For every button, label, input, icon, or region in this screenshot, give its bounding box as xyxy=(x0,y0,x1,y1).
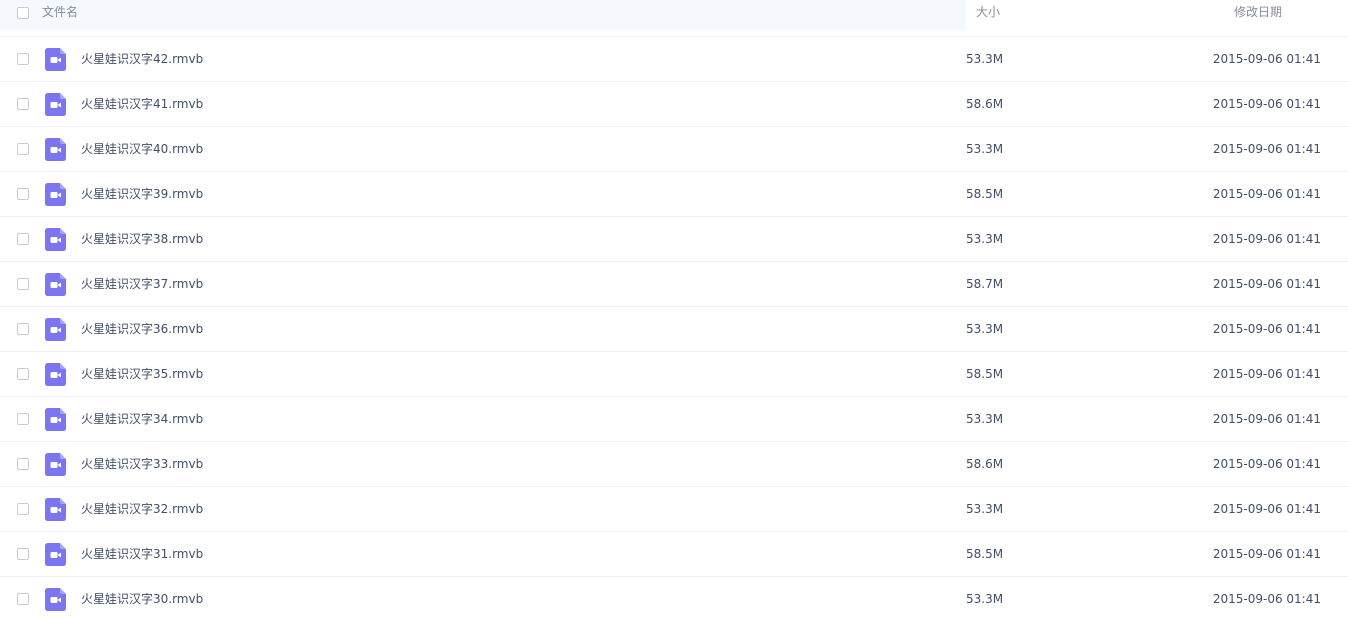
file-size: 53.3M xyxy=(966,52,1004,66)
file-name[interactable]: 火星娃识汉字41.rmvb xyxy=(81,97,203,111)
file-size: 53.3M xyxy=(966,142,1004,156)
file-modified-date: 2015-09-06 01:41 xyxy=(1212,412,1321,426)
file-name[interactable]: 火星娃识汉字42.rmvb xyxy=(81,52,203,66)
file-row[interactable]: 火星娃识汉字30.rmvb 53.3M 2015-09-06 01:41 xyxy=(0,577,1348,619)
file-row[interactable]: 火星娃识汉字37.rmvb 58.7M 2015-09-06 01:41 xyxy=(0,262,1348,307)
file-name[interactable]: 火星娃识汉字38.rmvb xyxy=(81,232,203,246)
file-name[interactable]: 火星娃识汉字30.rmvb xyxy=(81,592,203,606)
file-row[interactable]: 火星娃识汉字32.rmvb 53.3M 2015-09-06 01:41 xyxy=(0,487,1348,532)
file-row[interactable]: 火星娃识汉字38.rmvb 53.3M 2015-09-06 01:41 xyxy=(0,217,1348,262)
file-row[interactable]: 火星娃识汉字41.rmvb 58.6M 2015-09-06 01:41 xyxy=(0,82,1348,127)
video-file-icon xyxy=(45,588,66,611)
file-rows: 火星娃识汉字42.rmvb 53.3M 2015-09-06 01:41 火星娃… xyxy=(0,37,1348,619)
file-size: 58.7M xyxy=(966,277,1004,291)
file-name[interactable]: 火星娃识汉字39.rmvb xyxy=(81,187,203,201)
file-size: 53.3M xyxy=(966,322,1004,336)
row-checkbox[interactable] xyxy=(17,278,29,290)
file-name[interactable]: 火星娃识汉字32.rmvb xyxy=(81,502,203,516)
file-size: 58.5M xyxy=(966,187,1004,201)
video-file-icon xyxy=(45,318,66,341)
file-list: 文件名 大小 修改日期 火星娃识汉字42.rmvb 53.3M 2015-09-… xyxy=(0,0,1348,619)
file-name[interactable]: 火星娃识汉字33.rmvb xyxy=(81,457,203,471)
row-checkbox[interactable] xyxy=(17,413,29,425)
file-row[interactable]: 火星娃识汉字39.rmvb 58.5M 2015-09-06 01:41 xyxy=(0,172,1348,217)
file-name[interactable]: 火星娃识汉字40.rmvb xyxy=(81,142,203,156)
video-file-icon xyxy=(45,48,66,71)
file-row[interactable]: 火星娃识汉字36.rmvb 53.3M 2015-09-06 01:41 xyxy=(0,307,1348,352)
file-size: 53.3M xyxy=(966,502,1004,516)
row-checkbox[interactable] xyxy=(17,233,29,245)
file-name[interactable]: 火星娃识汉字35.rmvb xyxy=(81,367,203,381)
file-list-header: 文件名 大小 修改日期 xyxy=(0,0,1348,30)
video-file-icon xyxy=(45,498,66,521)
row-checkbox[interactable] xyxy=(17,593,29,605)
file-row[interactable]: 火星娃识汉字34.rmvb 53.3M 2015-09-06 01:41 xyxy=(0,397,1348,442)
file-modified-date: 2015-09-06 01:41 xyxy=(1212,277,1321,291)
row-checkbox[interactable] xyxy=(17,458,29,470)
header-name-cell xyxy=(0,0,966,30)
file-row[interactable]: 火星娃识汉字35.rmvb 58.5M 2015-09-06 01:41 xyxy=(0,352,1348,397)
file-modified-date: 2015-09-06 01:41 xyxy=(1212,322,1321,336)
video-file-icon xyxy=(45,543,66,566)
row-checkbox[interactable] xyxy=(17,503,29,515)
file-modified-date: 2015-09-06 01:41 xyxy=(1212,502,1321,516)
video-file-icon xyxy=(45,228,66,251)
file-name[interactable]: 火星娃识汉字34.rmvb xyxy=(81,412,203,426)
row-checkbox[interactable] xyxy=(17,53,29,65)
column-header-size[interactable]: 大小 xyxy=(976,5,1000,19)
row-checkbox[interactable] xyxy=(17,368,29,380)
column-header-name[interactable]: 文件名 xyxy=(42,5,78,19)
file-modified-date: 2015-09-06 01:41 xyxy=(1212,547,1321,561)
select-all-checkbox[interactable] xyxy=(17,7,29,19)
row-checkbox[interactable] xyxy=(17,323,29,335)
file-size: 58.5M xyxy=(966,367,1004,381)
file-modified-date: 2015-09-06 01:41 xyxy=(1212,457,1321,471)
file-modified-date: 2015-09-06 01:41 xyxy=(1212,142,1321,156)
file-name[interactable]: 火星娃识汉字37.rmvb xyxy=(81,277,203,291)
file-modified-date: 2015-09-06 01:41 xyxy=(1212,592,1321,606)
video-file-icon xyxy=(45,453,66,476)
column-header-date[interactable]: 修改日期 xyxy=(1234,5,1282,19)
file-row[interactable]: 火星娃识汉字40.rmvb 53.3M 2015-09-06 01:41 xyxy=(0,127,1348,172)
video-file-icon xyxy=(45,363,66,386)
file-modified-date: 2015-09-06 01:41 xyxy=(1212,52,1321,66)
file-modified-date: 2015-09-06 01:41 xyxy=(1212,367,1321,381)
file-size: 58.6M xyxy=(966,457,1004,471)
file-modified-date: 2015-09-06 01:41 xyxy=(1212,97,1321,111)
file-modified-date: 2015-09-06 01:41 xyxy=(1212,232,1321,246)
video-file-icon xyxy=(45,183,66,206)
row-checkbox[interactable] xyxy=(17,548,29,560)
file-size: 58.6M xyxy=(966,97,1004,111)
video-file-icon xyxy=(45,138,66,161)
video-file-icon xyxy=(45,93,66,116)
file-name[interactable]: 火星娃识汉字31.rmvb xyxy=(81,547,203,561)
file-row[interactable]: 火星娃识汉字33.rmvb 58.6M 2015-09-06 01:41 xyxy=(0,442,1348,487)
file-size: 58.5M xyxy=(966,547,1004,561)
row-checkbox[interactable] xyxy=(17,188,29,200)
row-checkbox[interactable] xyxy=(17,143,29,155)
file-row[interactable]: 火星娃识汉字31.rmvb 58.5M 2015-09-06 01:41 xyxy=(0,532,1348,577)
video-file-icon xyxy=(45,408,66,431)
video-file-icon xyxy=(45,273,66,296)
file-size: 53.3M xyxy=(966,232,1004,246)
file-size: 53.3M xyxy=(966,412,1004,426)
file-size: 53.3M xyxy=(966,592,1004,606)
file-row[interactable]: 火星娃识汉字42.rmvb 53.3M 2015-09-06 01:41 xyxy=(0,37,1348,82)
row-checkbox[interactable] xyxy=(17,98,29,110)
file-name[interactable]: 火星娃识汉字36.rmvb xyxy=(81,322,203,336)
file-modified-date: 2015-09-06 01:41 xyxy=(1212,187,1321,201)
